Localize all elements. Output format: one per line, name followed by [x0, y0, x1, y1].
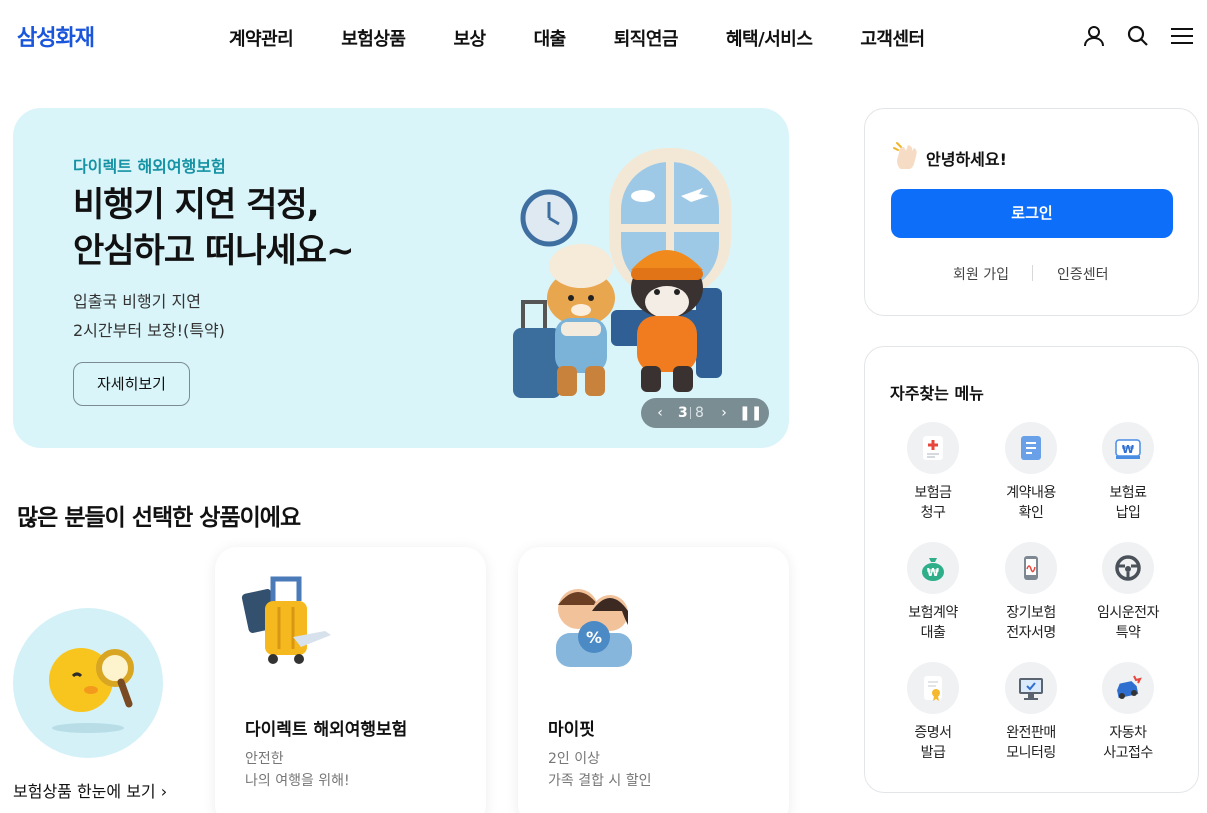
main-nav: 계약관리 보험상품 보상 대출 퇴직연금 혜택/서비스 고객센터	[229, 25, 973, 51]
quick-menu-label: 증명서 발급	[887, 723, 979, 763]
quick-menu-panel: 자주찾는 메뉴 보험금 청구 계약내용 확인 ₩ 보험료 납입 ₩ 보험계약 대…	[864, 346, 1199, 793]
hero-eyebrow: 다이렉트 해외여행보험	[73, 157, 226, 176]
medical-claim-icon	[907, 422, 959, 474]
cert-center-link[interactable]: 인증센터	[1057, 264, 1109, 284]
quick-menu-label-line2: 특약	[1115, 625, 1141, 641]
car-accident-icon	[1102, 662, 1154, 714]
suitcase-airplane-icon	[241, 571, 337, 671]
quick-menu-label: 임시운전자 특약	[1082, 603, 1174, 643]
pager-separator	[690, 407, 691, 419]
login-panel: 안녕하세요! 로그인 회원 가입 인증센터	[864, 108, 1199, 316]
quick-menu-label-line1: 보험계약	[908, 605, 958, 621]
product-desc: 안전한 나의 여행을 위해!	[245, 748, 350, 792]
logo[interactable]: 삼성화재	[17, 20, 95, 52]
phone-sign-icon	[1005, 542, 1057, 594]
all-products-label: 보험상품 한눈에 보기	[13, 782, 156, 801]
quick-menu-label: 보험계약 대출	[887, 603, 979, 643]
quick-menu-label: 완전판매 모니터링	[985, 723, 1077, 763]
nav-item-customer-center[interactable]: 고객센터	[860, 25, 925, 51]
nav-item-compensation[interactable]: 보상	[454, 25, 487, 51]
won-card-icon: ₩	[1102, 422, 1154, 474]
divider	[1032, 265, 1033, 281]
hero-desc-line1: 입출국 비행기 지연	[73, 292, 201, 311]
quick-menu-label-line1: 완전판매	[1006, 725, 1056, 741]
popular-section-title: 많은 분들이 선택한 상품이에요	[17, 505, 301, 531]
quick-menu-label: 자동차 사고접수	[1082, 723, 1174, 763]
svg-text:%: %	[586, 628, 602, 647]
all-products-link[interactable]: 보험상품 한눈에 보기 ›	[13, 778, 167, 802]
quick-menu-label-line2: 전자서명	[1006, 625, 1056, 641]
chevron-right-icon: ›	[160, 782, 168, 801]
quick-menu-label-line2: 납입	[1115, 505, 1141, 521]
document-icon	[1005, 422, 1057, 474]
hero-description: 입출국 비행기 지연 2시간부터 보장!(특약)	[73, 287, 225, 345]
quick-menu-label-line1: 장기보험	[1006, 605, 1056, 621]
quick-menu-label: 보험료 납입	[1082, 483, 1174, 523]
product-desc-line2: 나의 여행을 위해!	[245, 773, 350, 789]
steering-wheel-icon	[1102, 542, 1154, 594]
product-card-travel[interactable]: 다이렉트 해외여행보험 안전한 나의 여행을 위해!	[215, 547, 486, 813]
hero-title: 비행기 지연 걱정, 안심하고 떠나세요~	[73, 182, 355, 274]
waving-hand-icon	[891, 139, 919, 170]
product-desc: 2인 이상 가족 결합 시 할인	[548, 748, 652, 792]
chevron-left-icon[interactable]: ‹	[651, 398, 669, 428]
pause-icon[interactable]: ❚❚	[739, 398, 762, 428]
pager-total: 8	[695, 405, 704, 421]
hero-title-line1: 비행기 지연 걱정,	[73, 185, 320, 225]
money-bag-icon: ₩	[907, 542, 959, 594]
svg-text:₩: ₩	[1122, 443, 1134, 456]
pager-current: 3	[678, 405, 688, 421]
product-card-myfit[interactable]: % 마이핏 2인 이상 가족 결합 시 할인	[518, 547, 789, 813]
hero-desc-line2: 2시간부터 보장!(특약)	[73, 321, 225, 340]
nav-item-benefits[interactable]: 혜택/서비스	[726, 25, 813, 51]
product-desc-line2: 가족 결합 시 할인	[548, 773, 652, 789]
svg-text:₩: ₩	[927, 566, 939, 579]
quick-menu-label-line2: 대출	[920, 625, 946, 641]
quick-menu-label-line2: 사고접수	[1103, 745, 1153, 761]
nav-item-contract[interactable]: 계약관리	[229, 25, 294, 51]
quick-menu-label: 계약내용 확인	[985, 483, 1077, 523]
quick-menu-label: 장기보험 전자서명	[985, 603, 1077, 643]
certificate-icon	[907, 662, 959, 714]
quick-menu-label-line2: 청구	[920, 505, 946, 521]
product-desc-line1: 안전한	[245, 751, 284, 767]
quick-menu-label-line2: 발급	[920, 745, 946, 761]
signup-link[interactable]: 회원 가입	[953, 264, 1009, 284]
quick-menu-label-line1: 증명서	[914, 725, 952, 741]
chevron-right-icon[interactable]: ›	[715, 398, 733, 428]
hero-banner[interactable]: 다이렉트 해외여행보험 비행기 지연 걱정, 안심하고 떠나세요~ 입출국 비행…	[13, 108, 789, 448]
product-title: 마이핏	[548, 720, 595, 740]
hero-title-line2: 안심하고 떠나세요~	[73, 231, 355, 271]
menu-icon[interactable]	[1170, 24, 1194, 48]
user-icon[interactable]	[1082, 24, 1106, 48]
nav-item-loan[interactable]: 대출	[534, 25, 567, 51]
hero-illustration	[491, 138, 751, 408]
search-icon[interactable]	[1126, 24, 1150, 48]
quick-menu-label-line1: 보험료	[1109, 485, 1147, 501]
quick-menu-label-line1: 임시운전자	[1097, 605, 1159, 621]
quick-menu-label: 보험금 청구	[887, 483, 979, 523]
monitor-icon	[1005, 662, 1057, 714]
quick-menu-label-line1: 자동차	[1109, 725, 1147, 741]
quick-menu-label-line1: 보험금	[914, 485, 952, 501]
nav-item-pension[interactable]: 퇴직연금	[614, 25, 679, 51]
quick-menu-title: 자주찾는 메뉴	[890, 384, 984, 403]
header: 삼성화재 계약관리 보험상품 보상 대출 퇴직연금 혜택/서비스 고객센터	[0, 0, 1207, 72]
hero-detail-button[interactable]: 자세히보기	[73, 362, 190, 406]
greeting-text: 안녕하세요!	[926, 150, 1007, 169]
quick-menu-label-line2: 확인	[1018, 505, 1044, 521]
quick-menu-label-line1: 계약내용	[1006, 485, 1056, 501]
quick-menu-label-line2: 모니터링	[1006, 745, 1056, 761]
hero-pager: ‹ 3 8 › ❚❚	[641, 398, 769, 428]
product-title: 다이렉트 해외여행보험	[245, 720, 408, 740]
login-button[interactable]: 로그인	[891, 189, 1173, 238]
magnifier-mascot-illustration[interactable]	[13, 608, 163, 758]
nav-item-products[interactable]: 보험상품	[341, 25, 406, 51]
family-discount-icon: %	[544, 571, 640, 671]
product-desc-line1: 2인 이상	[548, 751, 600, 767]
